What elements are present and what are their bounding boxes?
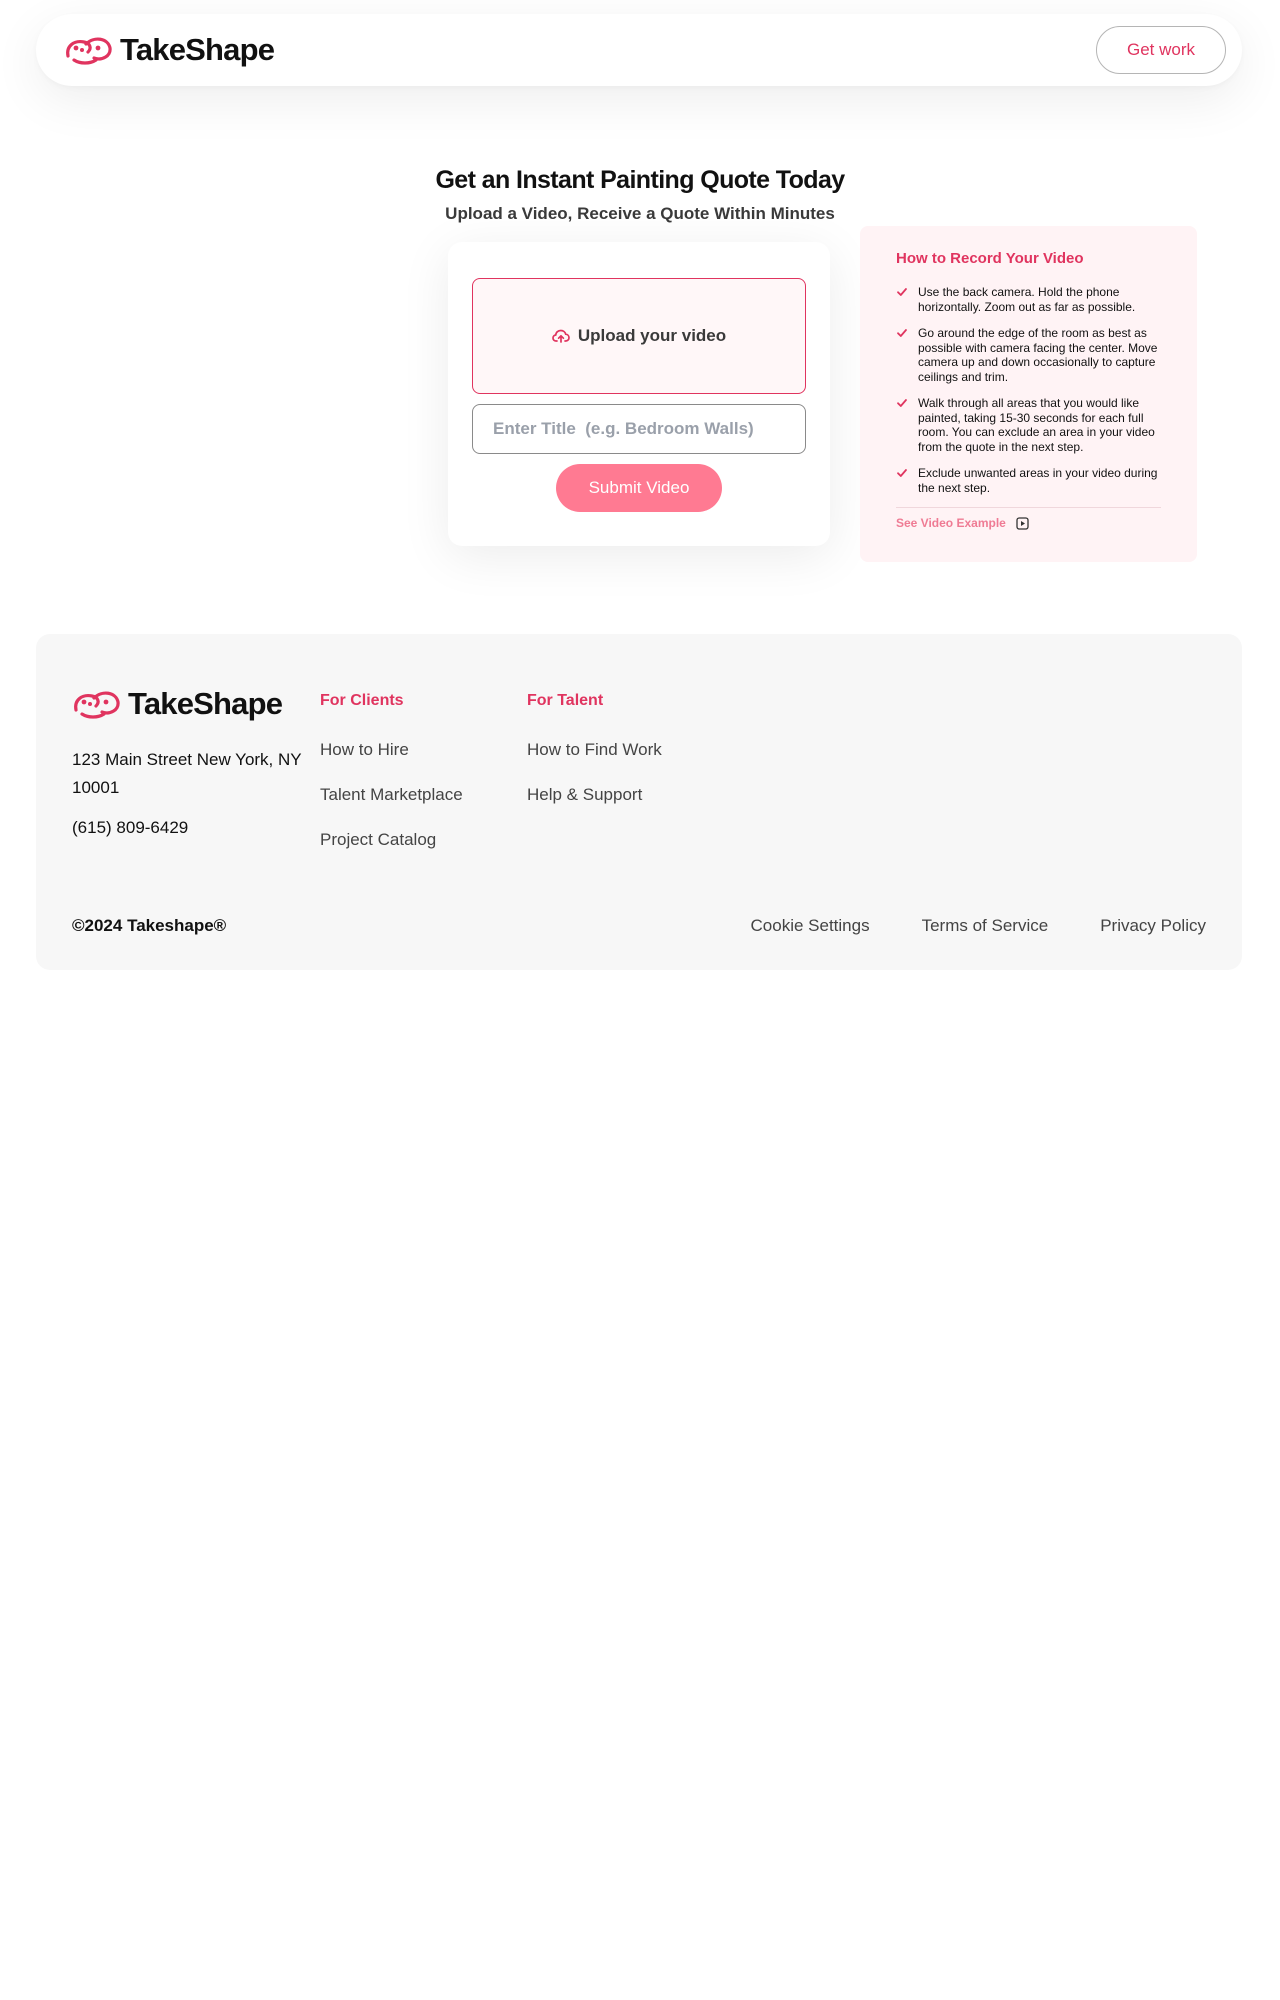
terms-of-service-link[interactable]: Terms of Service [922, 916, 1049, 936]
footer-talent-title: For Talent [527, 692, 604, 709]
footer-link-how-to-find-work[interactable]: How to Find Work [527, 740, 662, 760]
site-header: TakeShape Get work [36, 14, 1242, 86]
see-video-example-label: See Video Example [896, 516, 1006, 530]
submit-video-button[interactable]: Submit Video [556, 464, 722, 512]
list-item: Exclude unwanted areas in your video dur… [896, 466, 1161, 495]
footer-clients-title: For Clients [320, 692, 404, 709]
footer-brand-link[interactable]: TakeShape [72, 686, 283, 722]
list-item: Go around the edge of the room as best a… [896, 326, 1161, 384]
brand-logo-link[interactable]: TakeShape [64, 32, 275, 68]
get-work-button[interactable]: Get work [1096, 26, 1226, 74]
footer-link-talent-marketplace[interactable]: Talent Marketplace [320, 785, 463, 805]
upload-card: Upload your video Submit Video [448, 242, 830, 546]
check-icon [897, 469, 907, 477]
upload-video-label: Upload your video [577, 326, 727, 345]
footer-clients-column: For Clients How to Hire Talent Marketpla… [320, 692, 463, 875]
privacy-policy-link[interactable]: Privacy Policy [1100, 916, 1206, 936]
takeshape-logo-icon [66, 37, 112, 65]
footer-legal-nav: Cookie Settings Terms of Service Privacy… [751, 916, 1206, 936]
video-title-input[interactable] [472, 404, 806, 454]
page-title: Get an Instant Painting Quote Today [435, 166, 845, 194]
instruction-text: Exclude unwanted areas in your video dur… [918, 466, 1158, 495]
cloud-upload-icon [551, 329, 570, 343]
list-item: Walk through all areas that you would li… [896, 396, 1161, 454]
check-icon [897, 329, 907, 337]
list-item: Use the back camera. Hold the phone hori… [896, 285, 1161, 314]
check-icon [897, 399, 907, 407]
footer-address: 123 Main Street New York, NY 10001 [72, 750, 302, 797]
footer-link-help-support[interactable]: Help & Support [527, 785, 662, 805]
footer-link-project-catalog[interactable]: Project Catalog [320, 830, 463, 850]
takeshape-logo-icon [74, 691, 120, 719]
check-icon [897, 288, 907, 296]
play-icon [1016, 516, 1029, 530]
instructions-title: How to Record Your Video [896, 250, 1084, 267]
brand-name: TakeShape [120, 32, 275, 67]
site-footer: TakeShape 123 Main Street New York, NY 1… [36, 634, 1242, 970]
instruction-text: Go around the edge of the room as best a… [918, 326, 1158, 384]
page-subtitle: Upload a Video, Receive a Quote Within M… [445, 204, 835, 223]
video-upload-dropzone[interactable]: Upload your video [472, 278, 806, 394]
footer-copyright: ©2024 Takeshape® [72, 916, 227, 935]
footer-phone: (615) 809-6429 [72, 818, 189, 837]
instruction-text: Walk through all areas that you would li… [918, 396, 1155, 454]
footer-brand-name: TakeShape [128, 686, 283, 721]
footer-link-how-to-hire[interactable]: How to Hire [320, 740, 463, 760]
instruction-text: Use the back camera. Hold the phone hori… [918, 285, 1136, 314]
see-video-example-link[interactable]: See Video Example [896, 516, 1161, 530]
recording-instructions-card: How to Record Your Video Use the back ca… [860, 226, 1197, 562]
footer-talent-column: For Talent How to Find Work Help & Suppo… [527, 692, 662, 830]
instructions-list: Use the back camera. Hold the phone hori… [896, 285, 1161, 495]
divider [896, 507, 1161, 508]
cookie-settings-link[interactable]: Cookie Settings [751, 916, 870, 936]
